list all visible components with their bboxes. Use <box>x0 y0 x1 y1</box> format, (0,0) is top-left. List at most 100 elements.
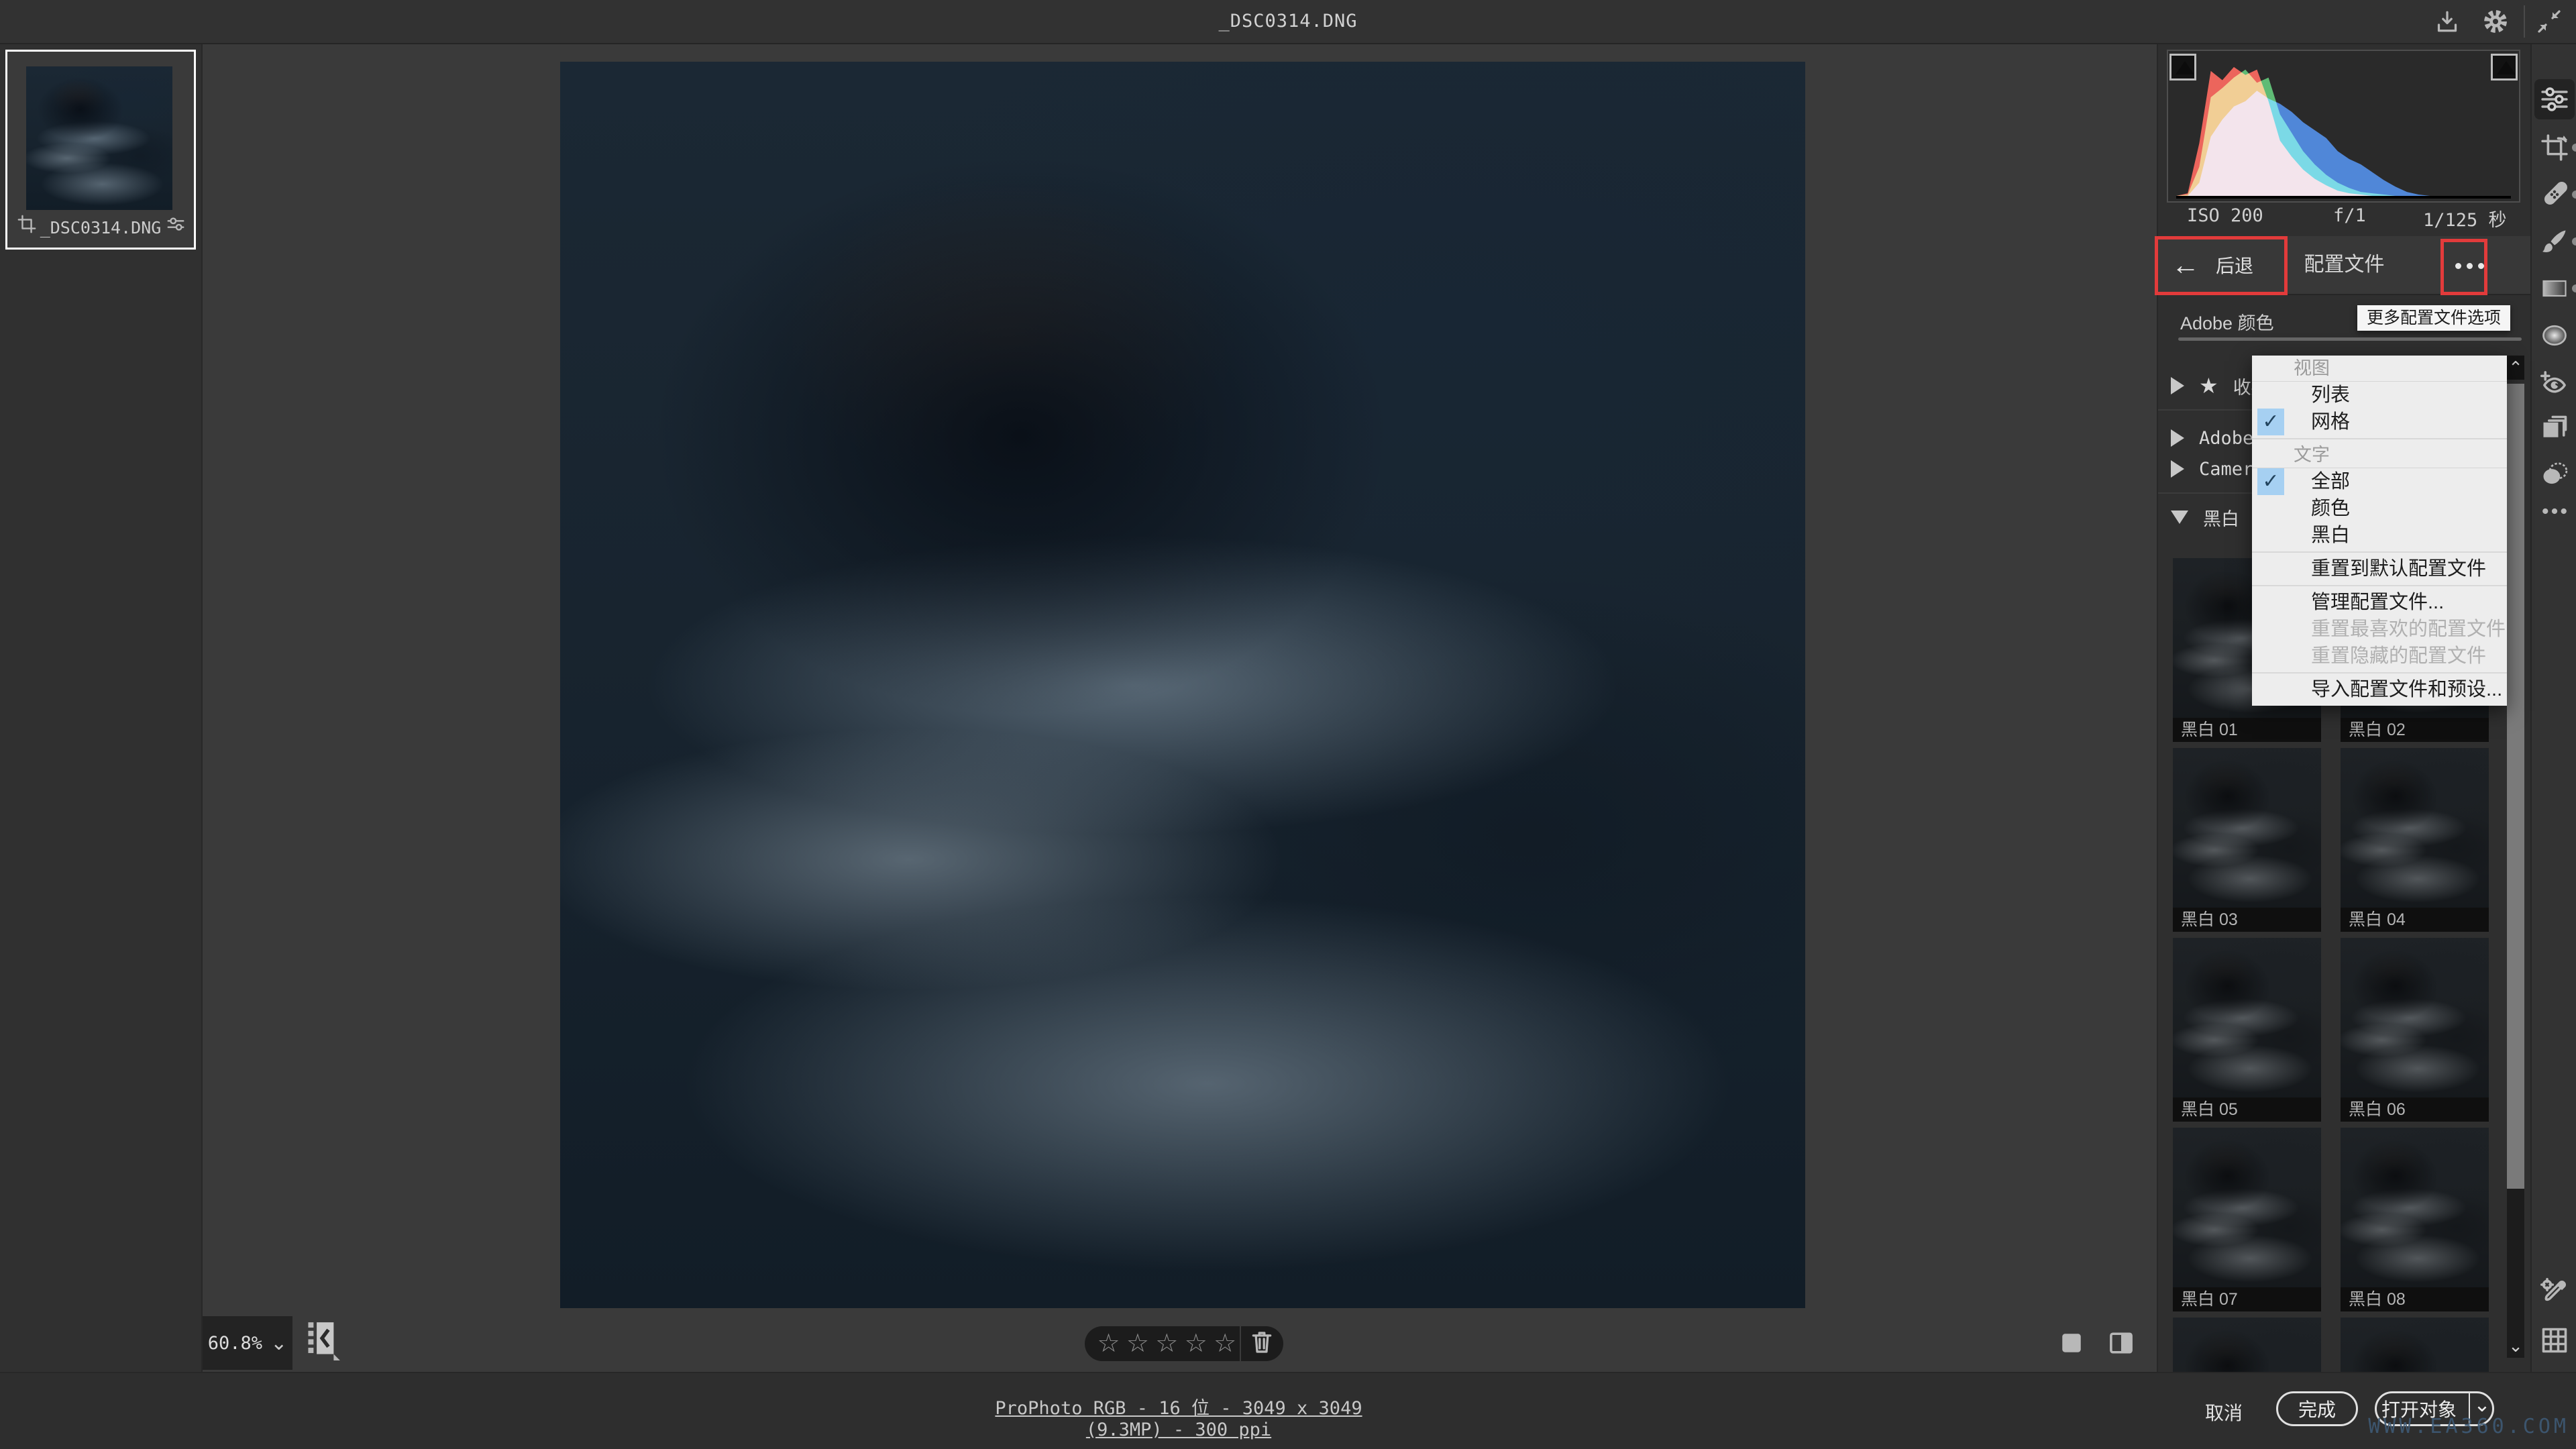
checkmark-icon: ✓ <box>2257 468 2284 495</box>
aperture-value: f/1 <box>2333 205 2366 226</box>
menu-item-reset-favorite-profiles: 重置最喜欢的配置文件 <box>2252 616 2507 643</box>
filmstrip-toggle-icon[interactable] <box>303 1320 341 1360</box>
menu-section-import: 导入配置文件和预设... <box>2252 672 2507 706</box>
chevron-right-icon <box>2171 377 2184 394</box>
menu-item-manage-profiles[interactable]: 管理配置文件... <box>2252 589 2507 616</box>
profile-thumb-bw08[interactable]: 黑白 08 <box>2341 1128 2489 1311</box>
tool-edit-sliders[interactable] <box>2534 79 2575 119</box>
star-rating-1[interactable]: ☆ <box>1094 1327 1123 1360</box>
back-button[interactable]: ← 后退 <box>2171 236 2253 294</box>
tool-edge-dot <box>2572 284 2576 292</box>
star-rating-5[interactable]: ☆ <box>1210 1327 1239 1360</box>
zoom-level-dropdown[interactable]: 60.8% ⌄ <box>203 1316 292 1370</box>
rating-toolbar: ☆ ☆ ☆ ☆ ☆ <box>1085 1326 1283 1361</box>
tool-more-ellipsis[interactable] <box>2538 495 2571 527</box>
title-bar: _DSC0314.DNG <box>0 0 2576 44</box>
open-options-chevron-icon[interactable]: ⌄ <box>2470 1393 2494 1417</box>
favorites-star-icon: ★ <box>2199 375 2218 396</box>
profile-thumb-bw03[interactable]: 黑白 03 <box>2173 748 2321 932</box>
menu-item-grid-view[interactable]: ✓网格 <box>2252 409 2507 435</box>
zoom-chevron-icon: ⌄ <box>270 1332 287 1355</box>
window-title: _DSC0314.DNG <box>0 0 2576 43</box>
tool-brush[interactable] <box>2538 225 2571 258</box>
menu-section-manage: 管理配置文件... 重置最喜欢的配置文件 重置隐藏的配置文件 <box>2252 585 2507 672</box>
profile-thumb-bw07[interactable]: 黑白 07 <box>2173 1128 2321 1311</box>
tool-healing[interactable] <box>2538 178 2571 211</box>
zoom-level-value: 60.8% <box>208 1333 262 1354</box>
chevron-right-icon <box>2171 460 2184 478</box>
profile-thumb-bw05[interactable]: 黑白 05 <box>2173 938 2321 1122</box>
preferences-gear-icon[interactable] <box>2482 8 2509 35</box>
tool-edge-dot <box>2572 191 2576 199</box>
menu-section-text: 文字 ✓全部 颜色 黑白 <box>2252 438 2507 551</box>
profile-more-options-button[interactable] <box>2445 252 2493 279</box>
tool-red-eye[interactable] <box>2538 366 2571 398</box>
ellipsis-icon <box>2455 263 2461 269</box>
star-rating-3[interactable]: ☆ <box>1152 1327 1181 1360</box>
tool-crop-rotate[interactable] <box>2538 131 2571 164</box>
menu-section-view: 视图 列表 ✓网格 <box>2252 356 2507 438</box>
scrollbar-thumb[interactable] <box>2507 384 2524 1189</box>
tools-toolbar <box>2530 44 2576 1372</box>
menu-item-reset-default-profile[interactable]: 重置到默认配置文件 <box>2252 555 2507 582</box>
tool-edge-dot <box>2572 144 2576 152</box>
menu-item-color[interactable]: 颜色 <box>2252 495 2507 522</box>
chevron-right-icon <box>2171 429 2184 447</box>
collapse-fullscreen-icon[interactable] <box>2536 8 2563 35</box>
menu-item-import-profiles-presets[interactable]: 导入配置文件和预设... <box>2252 676 2507 703</box>
profile-thumb-bw06[interactable]: 黑白 06 <box>2341 938 2489 1122</box>
profile-thumb-bw04[interactable]: 黑白 04 <box>2341 748 2489 932</box>
histogram[interactable] <box>2167 50 2520 203</box>
profile-amount-slider[interactable] <box>2178 337 2522 341</box>
menu-item-list-view[interactable]: 列表 <box>2252 382 2507 409</box>
star-rating-4[interactable]: ☆ <box>1181 1327 1210 1360</box>
tool-radial-gradient[interactable] <box>2538 319 2571 352</box>
exif-info-row: ISO 200 f/1 1/125 秒 <box>2167 205 2520 235</box>
iso-value: ISO 200 <box>2187 205 2263 226</box>
titlebar-divider <box>2524 5 2525 38</box>
bottom-status-bar: ProPhoto RGB - 16 位 - 3049 x 3049 (9.3MP… <box>0 1372 2576 1449</box>
more-profile-options-tooltip: 更多配置文件选项 <box>2357 305 2510 331</box>
chevron-down-icon <box>2171 511 2188 524</box>
menu-header-text: 文字 <box>2252 442 2507 468</box>
menu-section-reset: 重置到默认配置文件 <box>2252 551 2507 585</box>
menu-item-all[interactable]: ✓全部 <box>2252 468 2507 495</box>
main-photo[interactable] <box>560 62 1805 1308</box>
scroll-down-button[interactable]: ⌄ <box>2507 1334 2524 1358</box>
histogram-chart <box>2175 59 2512 200</box>
tool-edge-dot <box>2572 237 2576 246</box>
scrollbar-track[interactable] <box>2507 1189 2524 1334</box>
tool-texture[interactable] <box>2538 458 2571 490</box>
cancel-button[interactable]: 取消 <box>2205 1399 2243 1426</box>
filmstrip-thumbnail-selected[interactable]: _DSC0314.DNG <box>5 50 196 250</box>
tool-white-balance-eyedropper[interactable] <box>2538 1276 2571 1308</box>
profile-options-menu: 视图 列表 ✓网格 文字 ✓全部 颜色 黑白 重置到默认配置文件 管理配置文件.… <box>2252 356 2507 706</box>
delete-trash-icon[interactable] <box>1241 1330 1283 1358</box>
star-rating-2[interactable]: ☆ <box>1123 1327 1152 1360</box>
profile-thumb-partial[interactable] <box>2341 1318 2489 1372</box>
tool-linear-gradient[interactable] <box>2538 272 2571 305</box>
single-view-icon[interactable] <box>2057 1328 2086 1358</box>
before-after-view-icon[interactable] <box>2106 1328 2136 1358</box>
shutter-value: 1/125 秒 <box>2423 205 2507 231</box>
menu-item-bw[interactable]: 黑白 <box>2252 522 2507 549</box>
current-profile-name: Adobe 颜色 <box>2180 309 2274 335</box>
image-canvas: 60.8% ⌄ ☆ ☆ ☆ ☆ ☆ <box>203 44 2157 1372</box>
workflow-options-link[interactable]: ProPhoto RGB - 16 位 - 3049 x 3049 (9.3MP… <box>964 1393 1393 1440</box>
profile-header-bar: 配置文件 ← 后退 <box>2158 236 2530 295</box>
profile-thumb-partial[interactable] <box>2173 1318 2321 1372</box>
menu-header-view: 视图 <box>2252 356 2507 382</box>
watermark: WWW.EA360.COM <box>2281 1415 2569 1438</box>
scroll-up-button[interactable]: ⌃ <box>2507 356 2524 380</box>
camera-raw-window: _DSC0314.DNG _DSC0314.DNG 60.8% <box>0 0 2576 1449</box>
edit-panel: ISO 200 f/1 1/125 秒 配置文件 ← 后退 Adobe 颜色 更… <box>2157 44 2530 1372</box>
checkmark-icon: ✓ <box>2257 409 2284 435</box>
filmstrip-panel: _DSC0314.DNG <box>0 44 203 1372</box>
filmstrip-thumbnail-image <box>26 66 172 210</box>
save-image-icon[interactable] <box>2434 8 2461 35</box>
tool-presets[interactable] <box>2538 412 2571 444</box>
tool-grid-overlay[interactable] <box>2538 1324 2571 1356</box>
back-button-label: 后退 <box>2216 252 2253 278</box>
group-label: 黑白 <box>2203 504 2239 531</box>
settings-badge-icon <box>166 214 187 235</box>
